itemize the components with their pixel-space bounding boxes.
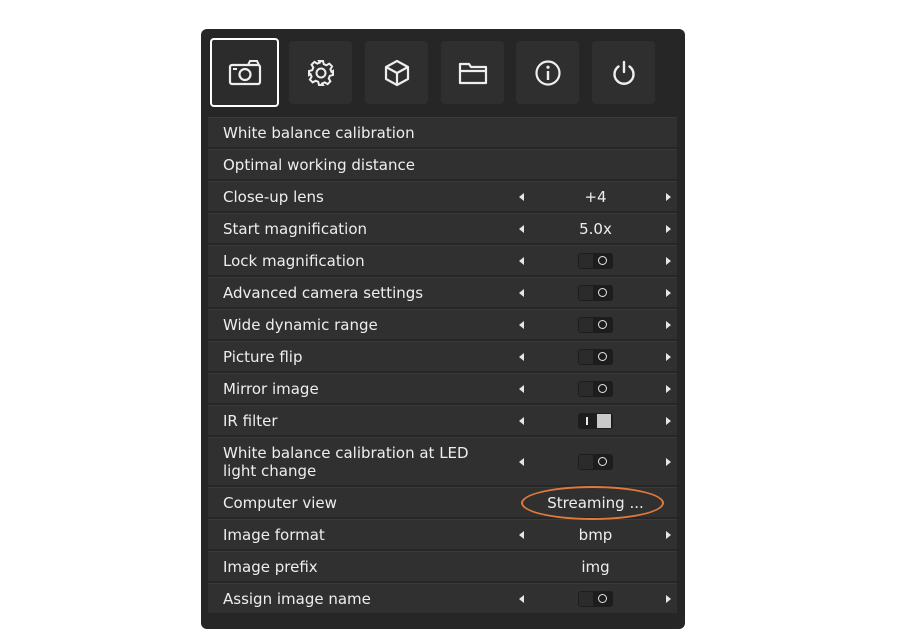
tab-3d[interactable]: [365, 41, 428, 104]
menu-item-label: IR filter: [223, 412, 278, 430]
menu-item-image-prefix[interactable]: Image prefix img: [208, 551, 677, 581]
picture-flip-toggle[interactable]: [578, 348, 613, 365]
menu-item-label: Image prefix: [223, 558, 318, 576]
info-icon: [534, 59, 561, 86]
tab-files[interactable]: [441, 41, 504, 104]
menu-item-wb-calibration-led[interactable]: White balance calibration at LED light c…: [208, 437, 677, 485]
increase-arrow-icon[interactable]: [666, 288, 671, 297]
folder-icon: [458, 62, 487, 84]
lock-magnification-toggle[interactable]: [578, 252, 613, 269]
menu-item-label: Image format: [223, 526, 325, 544]
increase-arrow-icon[interactable]: [666, 457, 671, 466]
mirror-image-toggle[interactable]: [578, 380, 613, 397]
advanced-camera-settings-toggle[interactable]: [578, 284, 613, 301]
highlight-ellipse: [521, 486, 664, 520]
decrease-arrow-icon[interactable]: [519, 320, 524, 329]
menu-item-label: Optimal working distance: [223, 156, 415, 174]
increase-arrow-icon[interactable]: [666, 530, 671, 539]
power-icon: [612, 60, 635, 85]
increase-arrow-icon[interactable]: [666, 256, 671, 265]
decrease-arrow-icon[interactable]: [519, 416, 524, 425]
cube-icon: [384, 59, 409, 86]
menu-item-close-up-lens[interactable]: Close-up lens +4: [208, 181, 677, 211]
increase-arrow-icon[interactable]: [666, 594, 671, 603]
wb-calibration-led-toggle[interactable]: [578, 453, 613, 470]
ir-filter-toggle[interactable]: [578, 412, 613, 429]
decrease-arrow-icon[interactable]: [519, 288, 524, 297]
menu-item-advanced-camera-settings[interactable]: Advanced camera settings: [208, 277, 677, 307]
increase-arrow-icon[interactable]: [666, 224, 671, 233]
menu-item-label: Wide dynamic range: [223, 316, 378, 334]
close-up-lens-value: +4: [584, 187, 607, 206]
start-magnification-value: 5.0x: [579, 219, 612, 238]
decrease-arrow-icon[interactable]: [519, 256, 524, 265]
menu-item-label: White balance calibration at LED light c…: [223, 444, 469, 480]
increase-arrow-icon[interactable]: [666, 352, 671, 361]
increase-arrow-icon[interactable]: [666, 320, 671, 329]
increase-arrow-icon[interactable]: [666, 384, 671, 393]
menu-item-label: Start magnification: [223, 220, 368, 238]
menu-item-lock-magnification[interactable]: Lock magnification: [208, 245, 677, 275]
decrease-arrow-icon[interactable]: [519, 594, 524, 603]
tab-info[interactable]: [516, 41, 579, 104]
tab-camera[interactable]: [210, 38, 279, 107]
menu-item-picture-flip[interactable]: Picture flip: [208, 341, 677, 371]
menu-item-image-format[interactable]: Image format bmp: [208, 519, 677, 549]
settings-panel: White balance calibration Optimal workin…: [201, 29, 685, 629]
image-format-value: bmp: [578, 525, 613, 544]
gear-icon: [307, 59, 334, 86]
menu-item-ir-filter[interactable]: IR filter: [208, 405, 677, 435]
menu-item-label: White balance calibration: [223, 124, 415, 142]
menu-item-label: Computer view: [223, 494, 337, 512]
tab-settings[interactable]: [289, 41, 352, 104]
menu-item-white-balance-calibration[interactable]: White balance calibration: [208, 117, 677, 147]
tab-bar: [201, 29, 685, 113]
menu-item-label: Advanced camera settings: [223, 284, 424, 302]
decrease-arrow-icon[interactable]: [519, 352, 524, 361]
increase-arrow-icon[interactable]: [666, 192, 671, 201]
camera-icon: [228, 59, 261, 85]
wide-dynamic-range-toggle[interactable]: [578, 316, 613, 333]
menu-item-label: Assign image name: [223, 590, 371, 608]
menu-item-label: Close-up lens: [223, 188, 324, 206]
tab-power[interactable]: [592, 41, 655, 104]
decrease-arrow-icon[interactable]: [519, 530, 524, 539]
decrease-arrow-icon[interactable]: [519, 192, 524, 201]
menu-item-mirror-image[interactable]: Mirror image: [208, 373, 677, 403]
decrease-arrow-icon[interactable]: [519, 457, 524, 466]
menu-item-optimal-working-distance[interactable]: Optimal working distance: [208, 149, 677, 179]
increase-arrow-icon[interactable]: [666, 416, 671, 425]
menu-item-label: Lock magnification: [223, 252, 365, 270]
image-prefix-value[interactable]: img: [553, 558, 638, 576]
menu-item-wide-dynamic-range[interactable]: Wide dynamic range: [208, 309, 677, 339]
assign-image-name-toggle[interactable]: [578, 590, 613, 607]
decrease-arrow-icon[interactable]: [519, 224, 524, 233]
menu-item-label: Picture flip: [223, 348, 303, 366]
menu-item-label: Mirror image: [223, 380, 319, 398]
decrease-arrow-icon[interactable]: [519, 384, 524, 393]
menu-item-assign-image-name[interactable]: Assign image name: [208, 583, 677, 613]
menu-item-start-magnification[interactable]: Start magnification 5.0x: [208, 213, 677, 243]
